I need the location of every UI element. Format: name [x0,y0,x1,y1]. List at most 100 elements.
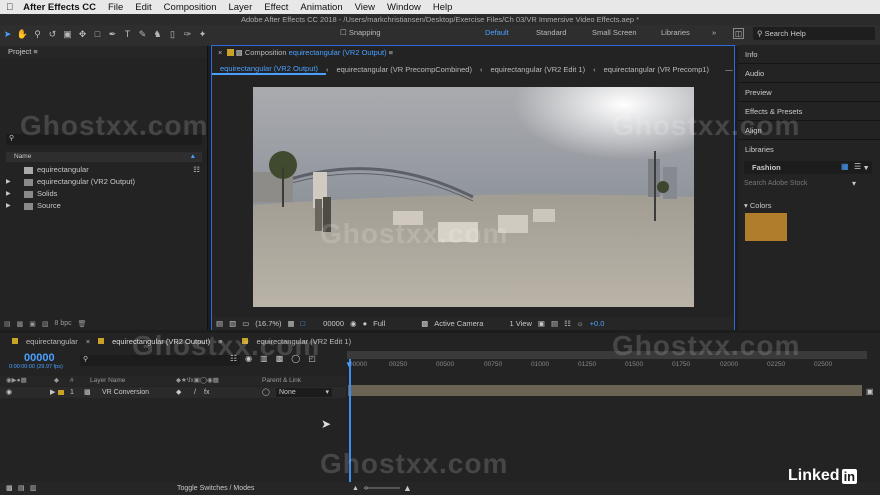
menu-help[interactable]: Help [427,2,459,13]
panel-audio[interactable]: Audio [738,64,880,83]
workspace-small-screen[interactable]: Small Screen [592,28,637,37]
rotate-tool-icon[interactable]: ↺ [46,28,59,41]
menu-window[interactable]: Window [381,2,427,13]
region-icon[interactable]: ▧ [229,319,236,328]
tab-close-icon[interactable]: × [86,337,90,346]
workspace-standard[interactable]: Standard [536,28,566,37]
views-dropdown[interactable]: 1 View [509,319,531,328]
app-menu[interactable]: After Effects CC [19,2,102,13]
timeline-tab-equirectangular[interactable]: equirectangular [18,337,86,346]
grid-icon[interactable]: ▦ [288,319,295,328]
zoom-slider-handle[interactable]: ○ [364,482,368,495]
parent-header[interactable]: Parent & Link [262,376,301,386]
project-column-header[interactable]: Name ▲ [6,152,202,162]
collapse-switch-icon[interactable]: ◆ [176,387,181,398]
close-icon[interactable]: × [218,48,222,57]
list-view-icon[interactable]: ☰ [854,162,861,171]
reset-exposure-icon[interactable]: ☼ [577,319,584,328]
quality-switch-icon[interactable]: / [194,387,196,398]
project-item[interactable]: ▶ Source [0,200,206,212]
current-timecode[interactable]: 00000 [24,352,55,364]
anchor-tool-icon[interactable]: ✥ [76,28,89,41]
project-item[interactable]: ▶ Solids [0,188,206,200]
comp-tab-vr2-output[interactable]: equirectangular (VR2 Output) [212,64,326,75]
puppet-tool-icon[interactable]: ✦ [196,28,209,41]
exposure-value[interactable]: +0.0 [590,319,605,328]
snapshot-icon[interactable]: ◉ [350,319,357,328]
clone-tool-icon[interactable]: ♞ [151,28,164,41]
selection-tool-icon[interactable]: ➤ [1,28,14,41]
flowchart-view-icon[interactable]: ☷ [564,319,571,328]
color-swatch[interactable] [745,213,787,241]
menu-layer[interactable]: Layer [222,2,258,13]
in-out-icon[interactable]: ▤ [18,482,25,495]
camera-tool-icon[interactable]: ▣ [61,28,74,41]
color-channel-icon[interactable]: ● [363,319,368,328]
eraser-tool-icon[interactable]: ▯ [166,28,179,41]
playhead-handle-icon[interactable]: ▼ [345,360,353,369]
stock-dropdown-icon[interactable]: ▾ [852,179,856,188]
always-preview-icon[interactable]: ▤ [216,319,223,328]
comp-tab-vr2-edit[interactable]: equirectangular (VR2 Edit 1) [482,65,593,74]
toggle-switches-modes[interactable]: Toggle Switches / Modes [177,482,254,495]
expand-icon[interactable]: ▶ [6,200,11,212]
bpc-label[interactable]: 8 bpc [55,320,72,328]
menu-view[interactable]: View [349,2,381,13]
interpret-footage-icon[interactable]: ▤ [4,320,11,328]
library-dropdown[interactable]: Fashion ▾ [744,161,872,174]
expand-icon[interactable]: ▶ [6,176,11,188]
trash-icon[interactable]: 🗑 [78,320,87,328]
menu-edit[interactable]: Edit [129,2,157,13]
camera-dropdown[interactable]: Active Camera [434,319,483,328]
visibility-icon[interactable]: ◉ [6,387,12,398]
hand-tool-icon[interactable]: ✋ [16,28,29,41]
project-item[interactable]: ▶ equirectangular (VR2 Output) [0,176,206,188]
rectangle-tool-icon[interactable]: □ [91,28,104,41]
comp-tab-precomp-combined[interactable]: equirectangular (VR PrecompCombined) [328,65,479,74]
fast-preview-icon[interactable]: ▣ [538,319,545,328]
roi-icon[interactable]: □ [301,319,306,328]
brush-tool-icon[interactable]: ✎ [136,28,149,41]
menu-animation[interactable]: Animation [294,2,348,13]
monitor-icon[interactable]: ▭ [242,319,249,328]
menu-composition[interactable]: Composition [158,2,223,13]
workspace-more-icon[interactable]: » [712,28,716,37]
grid-view-icon[interactable]: ▦ [841,162,849,171]
render-time-icon[interactable]: ▩ [6,482,13,495]
project-settings-icon[interactable]: ▧ [42,320,49,328]
zoom-tool-icon[interactable]: ⚲ [31,28,44,41]
resolution-dropdown[interactable]: Full [373,319,385,328]
workspace-default[interactable]: Default [485,28,509,37]
comp-tab-precomp1[interactable]: equirectangular (VR Precomp1) [596,65,717,74]
expand-layer-icon[interactable]: ▶ [50,387,55,398]
layer-duration-bar[interactable] [348,385,862,396]
new-folder-icon[interactable]: ▩ [17,320,24,328]
fx-switch-icon[interactable]: fx [204,387,209,398]
comp-button-icon[interactable]: ▣ [866,387,874,396]
timecode-label[interactable]: 00000 [323,319,344,328]
roto-tool-icon[interactable]: ✑ [181,28,194,41]
menu-effect[interactable]: Effect [258,2,294,13]
stretch-icon[interactable]: ▥ [30,482,37,495]
panel-preview[interactable]: Preview [738,83,880,102]
pickwhip-icon[interactable]: ◯ [262,387,270,398]
panel-libraries[interactable]: Libraries [738,140,880,159]
colors-section[interactable]: ▾ Colors [744,201,772,210]
workspace-libraries[interactable]: Libraries [661,28,690,37]
lock-icon[interactable]: ▩ [236,48,243,57]
zoom-out-icon[interactable]: ▲ [352,482,359,495]
composition-name[interactable]: equirectangular (VR2 Output) [289,48,387,57]
layer-label-color[interactable] [58,390,64,395]
type-tool-icon[interactable]: T [121,28,134,41]
sync-icon[interactable]: ◫ [733,28,745,39]
stock-search-input[interactable]: Search Adobe Stock [744,178,858,189]
zoom-dropdown[interactable]: (16.7%) [255,319,281,328]
pen-tool-icon[interactable]: ✒ [106,28,119,41]
parent-dropdown[interactable]: None ▾ [276,388,332,397]
timeline-icon[interactable]: ▤ [551,319,558,328]
snapping-checkbox[interactable]: ☐ Snapping [340,28,381,37]
layer-name-header[interactable]: Layer Name [90,376,125,386]
zoom-in-icon[interactable]: ▲ [403,482,412,495]
time-ruler[interactable]: 00000 00250 00500 00750 01000 01250 0150… [349,361,869,371]
layer-row[interactable]: ◉ ▶ 1 ▩ VR Conversion ◆ / fx ◯ None ▾ [0,387,346,398]
